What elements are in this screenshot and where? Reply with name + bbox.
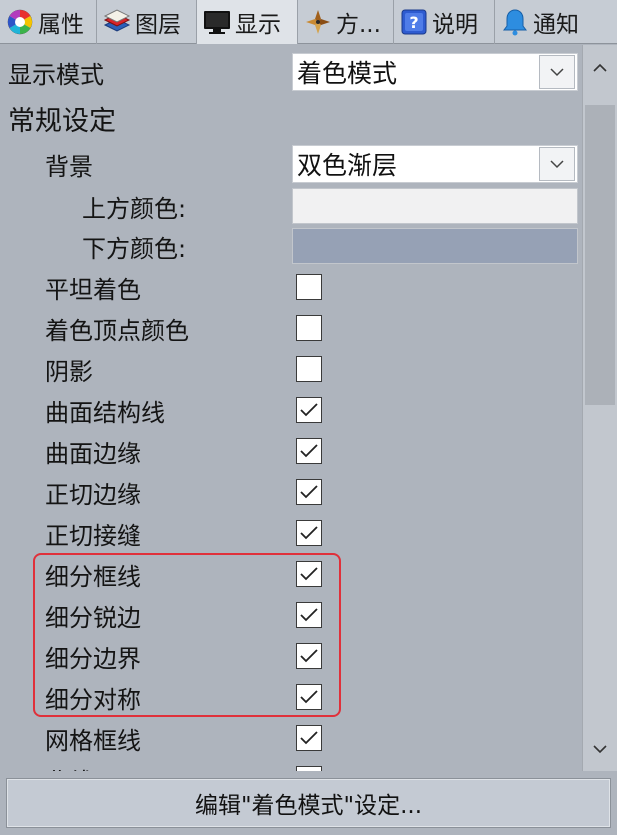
vertical-scrollbar[interactable] bbox=[582, 45, 617, 771]
edit-display-mode-button[interactable]: 编辑"着色模式"设定... bbox=[6, 778, 611, 828]
checkmark-icon bbox=[300, 444, 318, 458]
scroll-down-arrow-icon[interactable] bbox=[583, 729, 617, 769]
help-icon: ? bbox=[400, 8, 428, 36]
tab-properties[interactable]: 属性 bbox=[0, 0, 97, 44]
tab-label: 显示 bbox=[235, 12, 281, 38]
checkmark-icon bbox=[300, 526, 318, 540]
layers-icon bbox=[103, 8, 131, 36]
option-checkbox[interactable] bbox=[296, 479, 322, 505]
tab-layers[interactable]: 图层 bbox=[97, 0, 197, 44]
tab-label: 属性 bbox=[38, 12, 84, 38]
bottom-color-swatch[interactable] bbox=[292, 228, 578, 264]
display-mode-label: 显示模式 bbox=[8, 61, 104, 89]
display-mode-row: 显示模式 着色模式 bbox=[0, 52, 582, 93]
top-color-swatch[interactable] bbox=[292, 188, 578, 224]
tab-label: 图层 bbox=[135, 12, 181, 38]
panel-tab-bar: 属性 图层 显示 方... ? 说明 通知 bbox=[0, 0, 617, 44]
section-title: 常规设定 bbox=[8, 106, 116, 137]
option-checkbox[interactable] bbox=[296, 315, 322, 341]
compass-icon bbox=[304, 8, 332, 36]
option-row: 曲线 bbox=[0, 759, 582, 771]
bottom-color-row: 下方颜色: bbox=[0, 226, 582, 267]
option-row: 曲面边缘 bbox=[0, 431, 582, 472]
background-dropdown[interactable]: 双色渐层 bbox=[292, 145, 578, 183]
checkmark-icon bbox=[300, 485, 318, 499]
option-checkbox[interactable] bbox=[296, 438, 322, 464]
option-row: 正切边缘 bbox=[0, 472, 582, 513]
option-label: 正切接缝 bbox=[45, 522, 141, 550]
background-label: 背景 bbox=[45, 153, 93, 181]
option-row: 着色顶点颜色 bbox=[0, 308, 582, 349]
display-properties-grid: 显示模式 着色模式 常规设定 背景 双色渐层 上方颜色: 下方颜色: 平坦着色着… bbox=[0, 45, 582, 771]
option-label: 平坦着色 bbox=[45, 276, 141, 304]
option-checkbox[interactable] bbox=[296, 520, 322, 546]
display-mode-value: 着色模式 bbox=[297, 59, 398, 88]
background-row: 背景 双色渐层 bbox=[0, 144, 582, 185]
tab-notes[interactable]: ? 说明 bbox=[394, 0, 495, 44]
top-color-label: 上方颜色: bbox=[82, 195, 187, 223]
bottom-color-label: 下方颜色: bbox=[82, 235, 187, 263]
option-label: 曲面边缘 bbox=[45, 440, 141, 468]
option-label: 着色顶点颜色 bbox=[45, 317, 189, 345]
tab-label: 方... bbox=[336, 12, 381, 38]
scroll-thumb[interactable] bbox=[585, 105, 615, 405]
chevron-down-icon[interactable] bbox=[539, 55, 575, 89]
background-value: 双色渐层 bbox=[297, 151, 398, 180]
tab-notifications[interactable]: 通知 bbox=[495, 0, 617, 44]
option-checkbox[interactable] bbox=[296, 274, 322, 300]
top-color-row: 上方颜色: bbox=[0, 186, 582, 227]
monitor-icon bbox=[203, 8, 231, 36]
option-label: 正切边缘 bbox=[45, 481, 141, 509]
svg-text:?: ? bbox=[409, 13, 418, 32]
tab-label: 说明 bbox=[432, 12, 478, 38]
tab-label: 通知 bbox=[533, 12, 579, 38]
scroll-up-arrow-icon[interactable] bbox=[583, 47, 617, 87]
option-checkbox[interactable] bbox=[296, 725, 322, 751]
checkmark-icon bbox=[300, 731, 318, 745]
option-label: 阴影 bbox=[45, 358, 93, 386]
bell-icon bbox=[501, 8, 529, 36]
display-mode-dropdown[interactable]: 着色模式 bbox=[292, 53, 578, 91]
option-row: 曲面结构线 bbox=[0, 390, 582, 431]
tab-orientation[interactable]: 方... bbox=[298, 0, 394, 44]
option-label: 曲面结构线 bbox=[45, 399, 165, 427]
option-row: 网格框线 bbox=[0, 718, 582, 759]
highlight-box bbox=[33, 553, 341, 717]
option-checkbox[interactable] bbox=[296, 356, 322, 382]
bottom-bar: 编辑"着色模式"设定... bbox=[0, 771, 617, 835]
option-row: 正切接缝 bbox=[0, 513, 582, 554]
option-row: 阴影 bbox=[0, 349, 582, 390]
chevron-down-icon[interactable] bbox=[539, 147, 575, 181]
checkmark-icon bbox=[300, 403, 318, 417]
tab-display[interactable]: 显示 bbox=[197, 0, 298, 44]
option-label: 曲线 bbox=[0, 762, 93, 771]
general-settings-row: 常规设定 bbox=[0, 98, 582, 139]
color-wheel-icon bbox=[6, 8, 34, 36]
option-row: 平坦着色 bbox=[0, 267, 582, 308]
option-checkbox[interactable] bbox=[296, 397, 322, 423]
option-label: 网格框线 bbox=[45, 727, 141, 755]
